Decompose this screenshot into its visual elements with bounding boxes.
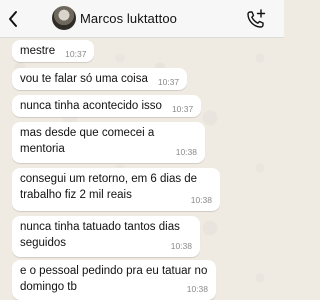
message-time: 10:37 — [65, 49, 87, 59]
message-bubble[interactable]: e o pessoal pedindo pra eu tatuar no dom… — [12, 260, 216, 300]
contact-name[interactable]: Marcos luktattoo — [80, 11, 177, 26]
message-bubble[interactable]: mas desde que comecei a mentoria 10:38 — [12, 122, 205, 163]
message-text: mestre — [20, 45, 56, 57]
message-text: vou te falar só uma coisa — [20, 73, 148, 85]
message-bubble[interactable]: consegui um retorno, em 6 dias de trabal… — [12, 168, 220, 211]
message-time: 10:38 — [190, 195, 212, 205]
chat-area[interactable]: mestre 10:37 vou te falar só uma coisa 10:… — [0, 38, 284, 300]
message-time: 10:37 — [157, 77, 180, 87]
message-text: e o pessoal pedindo pra eu tatuar no dom… — [20, 265, 208, 293]
chat-header: Marcos luktattoo — [0, 0, 284, 38]
message-time: 10:38 — [175, 147, 197, 157]
call-button[interactable] — [245, 8, 267, 30]
back-button[interactable] — [2, 0, 24, 38]
message-bubble[interactable]: nunca tinha tatuado tantos dias seguidos… — [12, 216, 200, 257]
message-bubble[interactable]: mestre 10:37 — [12, 40, 95, 62]
message-bubble[interactable]: vou te falar só uma coisa 10:37 — [12, 68, 188, 90]
message-time: 10:37 — [171, 104, 194, 114]
message-bubble[interactable]: nunca tinha acontecido isso 10:37 — [12, 95, 202, 117]
message-text: nunca tinha tatuado tantos dias seguidos — [20, 221, 180, 249]
message-text: mas desde que comecei a mentoria — [20, 127, 155, 155]
chevron-left-icon — [9, 10, 17, 27]
avatar[interactable] — [52, 6, 76, 30]
message-text: nunca tinha acontecido isso — [20, 100, 162, 112]
message-time: 10:38 — [186, 284, 208, 294]
message-text: consegui um retorno, em 6 dias de trabal… — [20, 173, 198, 201]
message-time: 10:38 — [170, 241, 192, 251]
phone-add-icon — [247, 9, 266, 28]
